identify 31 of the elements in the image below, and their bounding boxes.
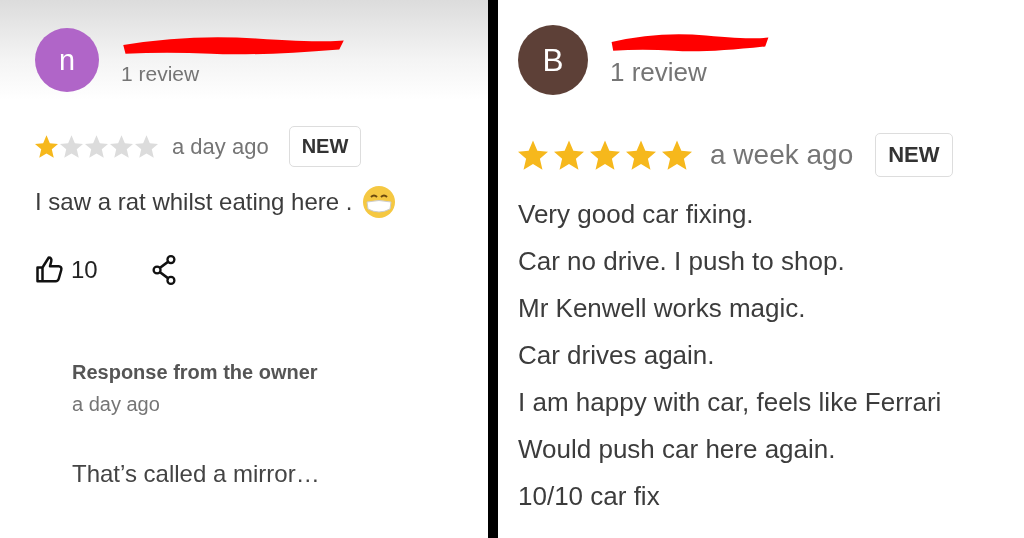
review-text: Car drives again. xyxy=(518,339,715,372)
response-title: Response from the owner xyxy=(72,361,319,384)
review-text: Mr Kenwell works magic. xyxy=(518,292,806,325)
review-time: a day ago xyxy=(172,133,269,160)
review-text: I saw a rat whilst eating here . xyxy=(35,187,353,217)
review-text: I am happy with car, feels like Ferrari xyxy=(518,386,942,419)
review-count: 1 review xyxy=(121,62,201,86)
star-icon xyxy=(135,135,158,158)
new-badge: NEW xyxy=(875,133,953,177)
review-text: Car no drive. I push to shop. xyxy=(518,245,845,278)
review-text: Would push car here again. xyxy=(518,433,836,466)
star-icon xyxy=(110,135,133,158)
star-icon xyxy=(60,135,83,158)
avatar: n xyxy=(35,28,99,92)
star-icon xyxy=(518,140,548,170)
avatar: B xyxy=(518,25,588,95)
star-icon xyxy=(662,140,692,170)
star-icon xyxy=(590,140,620,170)
review-text: 10/10 car fix xyxy=(518,480,660,513)
review-text: Very good car fixing. xyxy=(518,198,754,231)
star-icon xyxy=(85,135,108,158)
thumbs-up-icon[interactable] xyxy=(35,255,65,285)
response-text: That’s called a mirror… xyxy=(72,460,321,488)
star-icon xyxy=(554,140,584,170)
review-count: 1 review xyxy=(610,57,708,88)
star-icon xyxy=(35,135,58,158)
star-icon xyxy=(626,140,656,170)
new-badge: NEW xyxy=(288,126,362,167)
review-time: a week ago xyxy=(710,139,854,171)
response-time: a day ago xyxy=(72,393,161,416)
like-count: 10 xyxy=(71,256,98,284)
